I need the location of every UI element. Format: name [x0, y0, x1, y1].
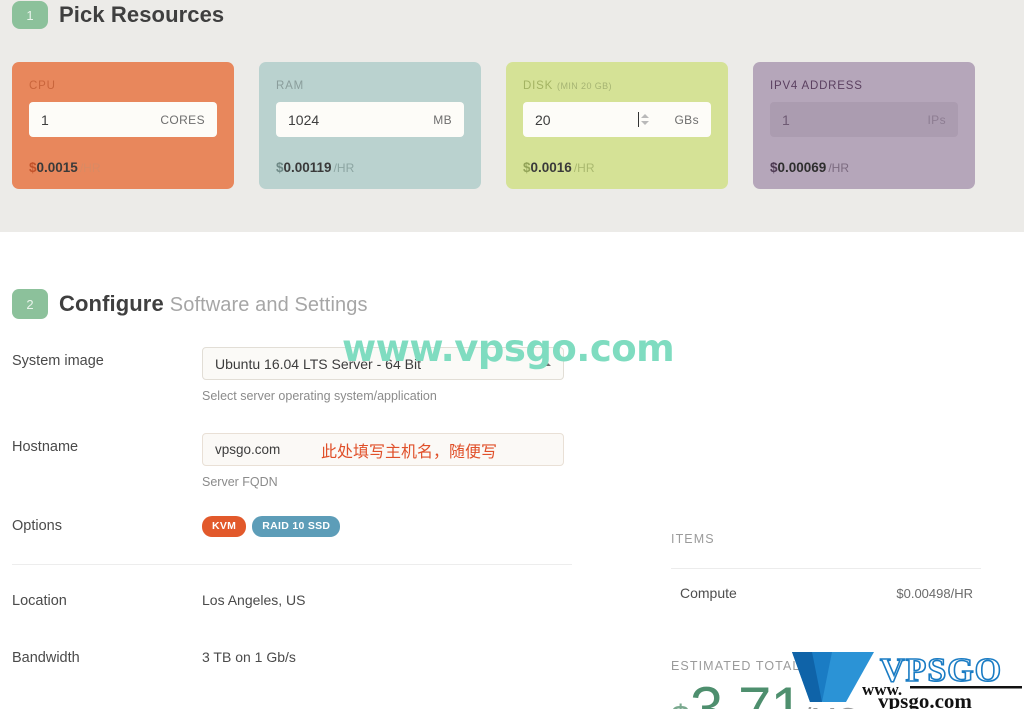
disk-input[interactable]: 20 GBs [523, 102, 711, 137]
cpu-input[interactable]: 1 CORES [29, 102, 217, 137]
cpu-price: $0.0015/HR [29, 160, 100, 175]
ram-input-unit: MB [433, 112, 452, 127]
ipv4-price-currency: $ [770, 160, 778, 175]
disk-card-label: DISK (MIN 20 GB) [523, 80, 711, 92]
step-1-header: 1 Pick Resources [0, 1, 224, 29]
resource-card-disk[interactable]: DISK (MIN 20 GB) 20 GBs $0.0016/HR [506, 62, 728, 189]
step-2-badge: 2 [12, 289, 48, 319]
server-deploy-page: 1 Pick Resources CPU 1 CORES $0.0015/HR [0, 0, 1024, 709]
resource-card-ipv4[interactable]: IPV4 ADDRESS 1 IPs $0.00069/HR [753, 62, 975, 189]
ram-price: $0.00119/HR [276, 160, 354, 175]
ipv4-price: $0.00069/HR [770, 160, 849, 175]
summary-item-row: Compute $0.00498/HR [671, 585, 981, 601]
estimated-total-title: ESTIMATED TOTAL [671, 659, 801, 673]
resource-card-ram[interactable]: RAM 1024 MB $0.00119/HR [259, 62, 481, 189]
step-2-subtitle: Software and Settings [169, 294, 368, 316]
step-1-badge: 1 [12, 1, 48, 29]
hostname-label: Hostname [12, 439, 79, 455]
disk-input-unit: GBs [674, 112, 699, 127]
location-label: Location [12, 593, 67, 609]
options-badges: KVM RAID 10 SSD [202, 512, 572, 537]
ipv4-card-label: IPV4 ADDRESS [770, 80, 958, 92]
hostname-value: vpsgo.com [215, 442, 281, 457]
cpu-price-period: /HR [79, 161, 101, 175]
configure-section: 2 Configure Software and Settings System … [0, 232, 1024, 709]
system-image-value: Ubuntu 16.04 LTS Server - 64 Bit [215, 355, 421, 372]
cpu-input-unit: CORES [160, 112, 205, 127]
disk-label-text: DISK [523, 80, 554, 92]
location-value: Los Angeles, US [202, 592, 306, 608]
pick-resources-section: 1 Pick Resources CPU 1 CORES $0.0015/HR [0, 0, 1024, 232]
ipv4-label-text: IPV4 ADDRESS [770, 80, 863, 92]
chevron-up-icon[interactable] [541, 361, 551, 366]
step-1-title: Pick Resources [59, 2, 224, 28]
ram-price-period: /HR [333, 161, 355, 175]
system-image-select[interactable]: Ubuntu 16.04 LTS Server - 64 Bit [202, 347, 564, 380]
disk-input-value: 20 [535, 111, 551, 128]
hostname-hint: Server FQDN [202, 475, 278, 489]
disk-price-currency: $ [523, 160, 531, 175]
total-number: 3.71 [689, 675, 804, 709]
step-2-title: Configure Software and Settings [59, 291, 368, 317]
form-row-options: Options KVM RAID 10 SSD [12, 512, 572, 552]
form-row-location: Location Los Angeles, US [12, 587, 572, 627]
cpu-price-value: 0.0015 [36, 160, 78, 175]
ipv4-price-value: 0.00069 [777, 160, 827, 175]
disk-price-value: 0.0016 [530, 160, 572, 175]
items-divider [671, 568, 981, 569]
cpu-input-value: 1 [41, 111, 49, 128]
badge-kvm: KVM [202, 516, 247, 537]
ipv4-input[interactable]: 1 IPs [770, 102, 958, 137]
options-label: Options [12, 518, 62, 534]
cpu-card-label: CPU [29, 80, 217, 92]
ram-card-label: RAM [276, 80, 464, 92]
ipv4-input-unit: IPs [927, 112, 946, 127]
cpu-price-currency: $ [29, 160, 37, 175]
order-summary-panel: ITEMS Compute $0.00498/HR ESTIMATED TOTA… [671, 532, 981, 709]
ram-price-value: 0.00119 [283, 160, 332, 175]
summary-item-amount: $0.00498/HR [896, 586, 973, 601]
step-2-header: 2 Configure Software and Settings [0, 289, 368, 319]
badge-raid-10-ssd: RAID 10 SSD [252, 516, 341, 537]
form-row-bandwidth: Bandwidth 3 TB on 1 Gb/s [12, 644, 572, 684]
disk-price: $0.0016/HR [523, 160, 594, 175]
ipv4-price-period: /HR [828, 161, 849, 175]
ram-label-text: RAM [276, 80, 304, 92]
step-1-title-text: Pick Resources [59, 2, 225, 27]
hostname-annotation: 此处填写主机名，随便写 [321, 441, 498, 461]
total-period: /MO [803, 701, 861, 709]
items-title: ITEMS [671, 532, 715, 546]
total-currency: $ [671, 699, 690, 709]
estimated-total-value: $3.71/MO [671, 679, 981, 709]
disk-price-period: /HR [573, 161, 595, 175]
summary-item-name: Compute [680, 585, 737, 601]
configure-form: System image Ubuntu 16.04 LTS Server - 6… [12, 347, 572, 684]
bandwidth-label: Bandwidth [12, 650, 80, 666]
cpu-label-text: CPU [29, 80, 56, 92]
ipv4-input-value: 1 [782, 111, 790, 128]
disk-label-min: (MIN 20 GB) [557, 81, 612, 91]
resource-card-cpu[interactable]: CPU 1 CORES $0.0015/HR [12, 62, 234, 189]
ram-price-currency: $ [276, 160, 284, 175]
bandwidth-value: 3 TB on 1 Gb/s [202, 649, 296, 665]
resource-cards: CPU 1 CORES $0.0015/HR RAM 1024 MB $0.00… [12, 62, 975, 189]
step-2-title-text: Configure [59, 291, 164, 316]
ram-input[interactable]: 1024 MB [276, 102, 464, 137]
form-divider [12, 564, 572, 565]
hostname-input[interactable]: vpsgo.com 此处填写主机名，随便写 [202, 433, 564, 466]
disk-stepper-icon[interactable] [639, 110, 650, 130]
system-image-hint: Select server operating system/applicati… [202, 389, 437, 403]
form-row-system-image: System image Ubuntu 16.04 LTS Server - 6… [12, 347, 572, 403]
ram-input-value: 1024 [288, 111, 320, 128]
form-row-hostname: Hostname vpsgo.com 此处填写主机名，随便写 Server FQ… [12, 433, 572, 489]
system-image-label: System image [12, 353, 104, 369]
